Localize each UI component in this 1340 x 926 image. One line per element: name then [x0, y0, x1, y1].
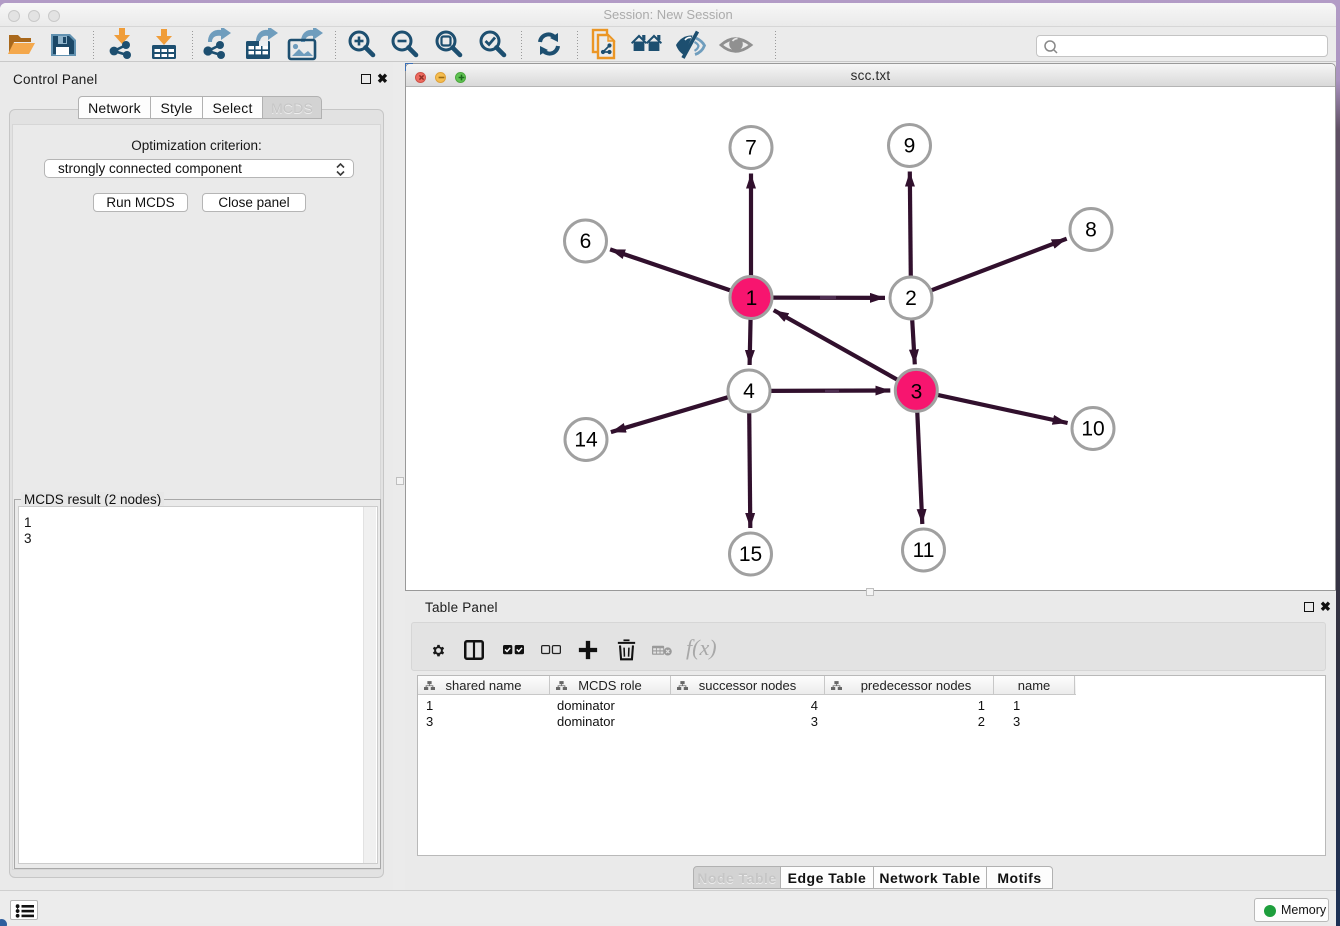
svg-text:11: 11	[913, 539, 935, 562]
svg-text:4: 4	[743, 380, 755, 403]
svg-text:7: 7	[745, 137, 757, 160]
svg-text:3: 3	[911, 381, 923, 404]
svg-text:10: 10	[1081, 418, 1104, 441]
svg-text:14: 14	[574, 429, 598, 452]
svg-text:6: 6	[580, 230, 592, 253]
svg-text:8: 8	[1085, 219, 1097, 242]
svg-text:2: 2	[905, 287, 917, 310]
svg-text:15: 15	[739, 543, 762, 566]
svg-text:9: 9	[904, 135, 916, 158]
svg-text:1: 1	[746, 287, 758, 310]
